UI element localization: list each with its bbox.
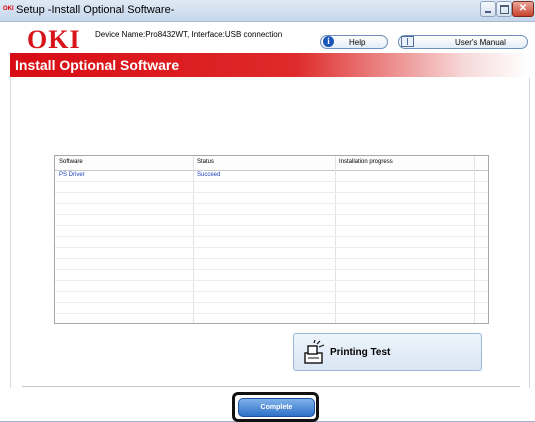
title-bar: OKI Setup -Install Optional Software- ✕ [0, 0, 535, 22]
minimize-button[interactable] [480, 1, 496, 17]
complete-button[interactable]: Complete [238, 398, 315, 417]
page-banner: Install Optional Software [10, 53, 528, 77]
help-button[interactable]: i Help [320, 35, 388, 49]
row-divider [55, 313, 488, 314]
row-software: PS Driver [59, 172, 85, 178]
manual-label: User's Manual [455, 38, 506, 47]
complete-button-highlight: Complete [232, 392, 319, 422]
row-divider [55, 280, 488, 281]
installer-window: OKI Setup -Install Optional Software- ✕ … [0, 0, 535, 422]
row-divider [55, 203, 488, 204]
app-logo-small: OKI [3, 6, 14, 12]
device-info: Device Name:Pro8432WT, Interface:USB con… [95, 30, 283, 39]
table-header: Software Status Installation progress [55, 156, 488, 171]
help-label: Help [349, 38, 366, 47]
oki-logo: OKI [27, 25, 81, 54]
row-divider [55, 269, 488, 270]
users-manual-button[interactable]: User's Manual [398, 35, 528, 49]
col-header-status: Status [197, 159, 215, 165]
row-divider [55, 291, 488, 292]
info-icon: i [323, 36, 334, 47]
page-title: Install Optional Software [15, 57, 180, 73]
manual-book-icon [401, 36, 414, 47]
close-button[interactable]: ✕ [512, 1, 534, 17]
maximize-button[interactable] [496, 1, 512, 17]
window-title: Setup -Install Optional Software- [16, 4, 175, 16]
printing-test-label: Printing Test [330, 347, 391, 358]
row-divider [55, 258, 488, 259]
printer-icon [304, 340, 325, 364]
row-divider [55, 214, 488, 215]
install-table: Software Status Installation progress PS… [54, 155, 489, 324]
col-header-progress: Installation progress [339, 159, 393, 165]
divider [22, 386, 520, 387]
row-status: Succeed [197, 172, 221, 178]
col-header-software: Software [59, 159, 83, 165]
row-divider [55, 236, 488, 237]
row-divider [55, 225, 488, 226]
row-divider [55, 192, 488, 193]
row-divider [55, 247, 488, 248]
row-divider [55, 181, 488, 182]
printing-test-button[interactable]: Printing Test [293, 333, 482, 371]
row-divider [55, 302, 488, 303]
